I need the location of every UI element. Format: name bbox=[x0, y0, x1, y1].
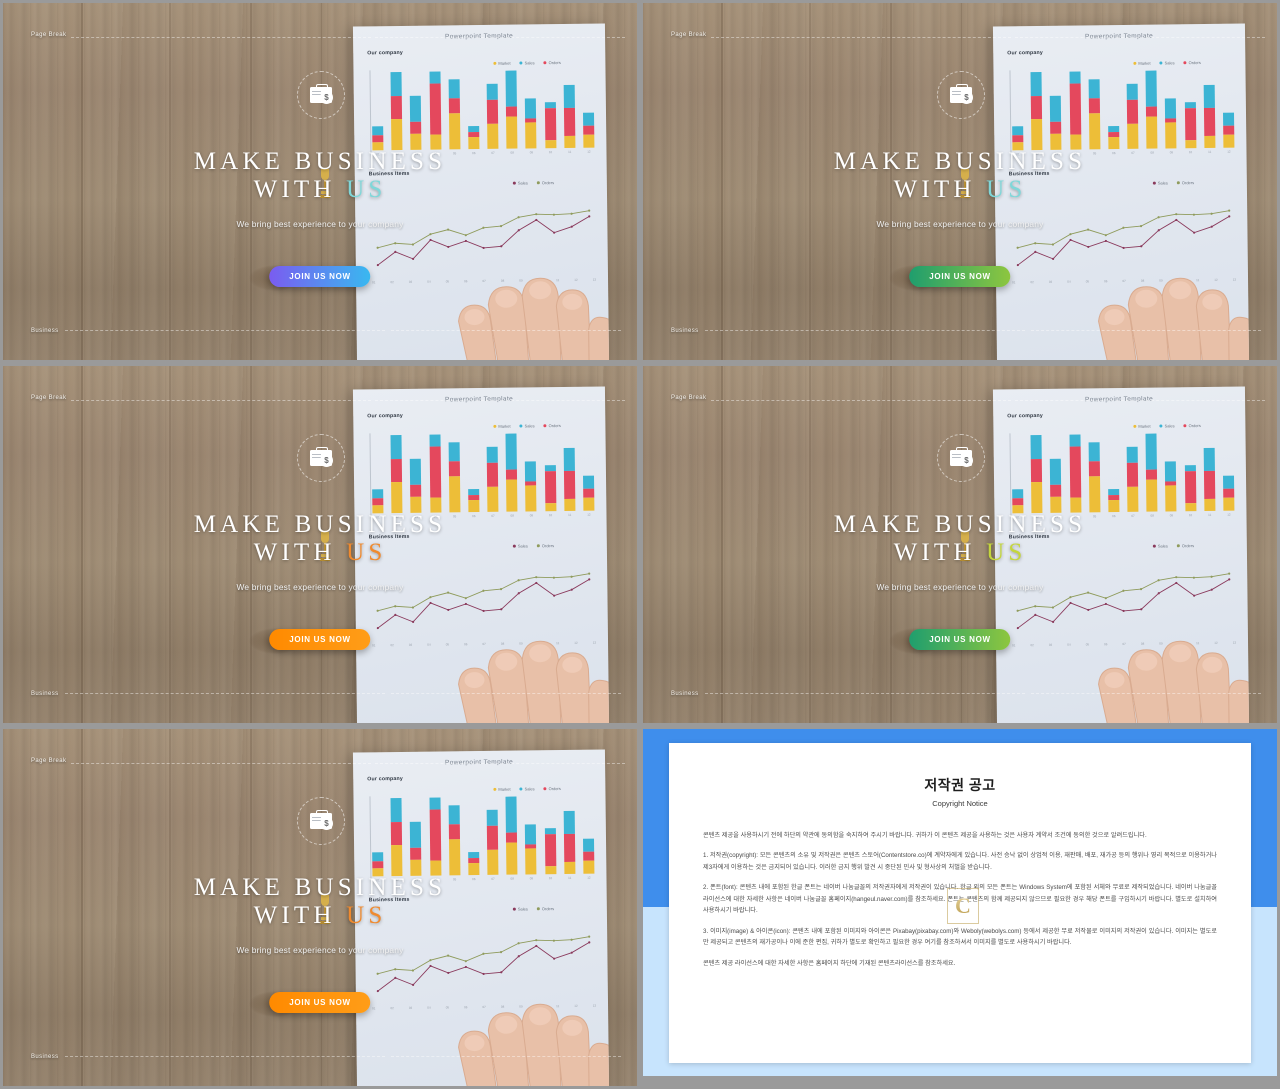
tagline: We bring best experience to your company bbox=[236, 582, 404, 592]
headline-line-2-prefix: WITH bbox=[893, 175, 987, 203]
corner-label-bottom-left: Business bbox=[31, 691, 59, 697]
copyright-intro: 콘텐츠 제공을 사용하시기 전에 하단의 약관에 동의함을 숙지하여 주시기 바… bbox=[703, 832, 1147, 839]
divider-bottom bbox=[65, 693, 385, 694]
headline-line-1: MAKE BUSINESS bbox=[193, 874, 447, 901]
headline-line-1: MAKE BUSINESS bbox=[833, 148, 1087, 175]
copyright-subtitle: Copyright Notice bbox=[932, 799, 988, 808]
divider-top bbox=[71, 763, 371, 764]
divider-top-right bbox=[1015, 400, 1265, 401]
divider-bottom bbox=[65, 330, 385, 331]
copyright-title: 저작권 공고 bbox=[924, 777, 996, 793]
divider-bottom-right bbox=[1031, 693, 1261, 694]
page-title: MAKE BUSINESS WITH US bbox=[643, 149, 1277, 202]
headline-line-1: MAKE BUSINESS bbox=[193, 148, 447, 175]
slide-overlay: Page Break Business $ MAKE BUSINESS WITH… bbox=[3, 729, 637, 1086]
divider-top-right bbox=[375, 763, 625, 764]
headline-line-2-prefix: WITH bbox=[893, 538, 987, 566]
corner-label-top-left: Page Break bbox=[31, 395, 67, 401]
divider-bottom-right bbox=[391, 1056, 621, 1057]
join-us-now-button[interactable]: JOIN US NOW bbox=[909, 266, 1011, 287]
headline-line-2-prefix: WITH bbox=[253, 175, 347, 203]
page-title: MAKE BUSINESS WITH US bbox=[3, 149, 637, 202]
briefcase-money-icon: $ bbox=[297, 434, 345, 482]
page-title: MAKE BUSINESS WITH US bbox=[3, 512, 637, 565]
divider-top-right bbox=[1015, 37, 1265, 38]
headline-line-1: MAKE BUSINESS bbox=[193, 511, 447, 538]
briefcase-money-icon: $ bbox=[937, 71, 985, 119]
divider-bottom-right bbox=[391, 693, 621, 694]
copyright-watermark-logo: C bbox=[947, 888, 979, 924]
headline-accent: US bbox=[346, 538, 387, 566]
headline-accent: US bbox=[346, 175, 387, 203]
tagline: We bring best experience to your company bbox=[876, 219, 1044, 229]
corner-label-top-left: Page Break bbox=[671, 32, 707, 38]
divider-bottom bbox=[705, 693, 1025, 694]
divider-bottom-right bbox=[1031, 330, 1261, 331]
copyright-section-1: 1. 저작권(copyright): 모든 콘텐츠의 소유 및 저작권은 콘텐츠… bbox=[703, 852, 1217, 871]
divider-top bbox=[71, 400, 371, 401]
headline-accent: US bbox=[346, 901, 387, 929]
divider-bottom bbox=[65, 1056, 385, 1057]
slide-3[interactable]: Powerpoint Template Our company Market S… bbox=[3, 366, 637, 723]
headline-accent: US bbox=[986, 175, 1027, 203]
corner-label-bottom-left: Business bbox=[671, 328, 699, 334]
join-us-now-button[interactable]: JOIN US NOW bbox=[269, 629, 371, 650]
slide-overlay: Page Break Business $ MAKE BUSINESS WITH… bbox=[643, 366, 1277, 723]
page-title: MAKE BUSINESS WITH US bbox=[643, 512, 1277, 565]
divider-top bbox=[711, 37, 1011, 38]
corner-label-top-left: Page Break bbox=[31, 758, 67, 764]
corner-label-top-left: Page Break bbox=[671, 395, 707, 401]
copyright-section-3: 3. 이미지(image) & 아이콘(icon): 콘텐츠 내에 포함된 이미… bbox=[703, 927, 1217, 947]
copyright-footer: 콘텐츠 제공 라이선스에 대한 자세한 사항은 홈페이지 하단에 기재된 콘텐츠… bbox=[703, 959, 956, 967]
join-us-now-button[interactable]: JOIN US NOW bbox=[909, 629, 1011, 650]
headline-line-2-prefix: WITH bbox=[253, 538, 347, 566]
copyright-bottom-bar bbox=[643, 1076, 1277, 1086]
slide-5[interactable]: Powerpoint Template Our company Market S… bbox=[3, 729, 637, 1086]
briefcase-money-icon: $ bbox=[297, 797, 345, 845]
divider-bottom bbox=[705, 330, 1025, 331]
copyright-card: 저작권 공고 Copyright Notice 콘텐츠 제공을 사용하시기 전에… bbox=[669, 743, 1251, 1063]
headline-line-2-prefix: WITH bbox=[253, 901, 347, 929]
corner-label-bottom-left: Business bbox=[31, 328, 59, 334]
slide-overlay: Page Break Business $ MAKE BUSINESS WITH… bbox=[643, 3, 1277, 360]
tagline: We bring best experience to your company bbox=[236, 945, 404, 955]
divider-top bbox=[71, 37, 371, 38]
corner-label-bottom-left: Business bbox=[31, 1054, 59, 1060]
headline-line-1: MAKE BUSINESS bbox=[833, 511, 1087, 538]
copyright-slide[interactable]: 저작권 공고 Copyright Notice 콘텐츠 제공을 사용하시기 전에… bbox=[643, 729, 1277, 1086]
corner-label-bottom-left: Business bbox=[671, 691, 699, 697]
divider-bottom-right bbox=[391, 330, 621, 331]
divider-top-right bbox=[375, 37, 625, 38]
briefcase-money-icon: $ bbox=[937, 434, 985, 482]
slide-2[interactable]: Powerpoint Template Our company Market S… bbox=[643, 3, 1277, 360]
corner-label-top-left: Page Break bbox=[31, 32, 67, 38]
tagline: We bring best experience to your company bbox=[876, 582, 1044, 592]
slide-grid: Powerpoint Template Our company Market S… bbox=[0, 0, 1280, 1089]
tagline: We bring best experience to your company bbox=[236, 219, 404, 229]
briefcase-money-icon: $ bbox=[297, 71, 345, 119]
divider-top-right bbox=[375, 400, 625, 401]
slide-4[interactable]: Powerpoint Template Our company Market S… bbox=[643, 366, 1277, 723]
slide-overlay: Page Break Business $ MAKE BUSINESS WITH… bbox=[3, 366, 637, 723]
slide-overlay: Page Break Business $ MAKE BUSINESS WITH… bbox=[3, 3, 637, 360]
join-us-now-button[interactable]: JOIN US NOW bbox=[269, 266, 371, 287]
join-us-now-button[interactable]: JOIN US NOW bbox=[269, 992, 371, 1013]
page-title: MAKE BUSINESS WITH US bbox=[3, 875, 637, 928]
slide-1[interactable]: Powerpoint Template Our company Market S… bbox=[3, 3, 637, 360]
divider-top bbox=[711, 400, 1011, 401]
headline-accent: US bbox=[986, 538, 1027, 566]
